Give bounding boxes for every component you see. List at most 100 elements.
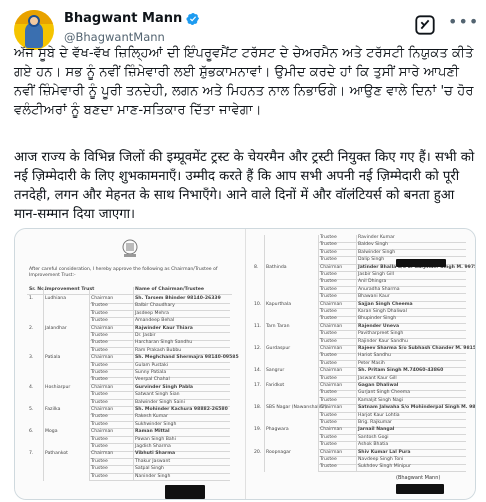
doc-table-cell: Ashok Bhatia: [358, 442, 389, 448]
doc-table-cell: Naninder Singh: [135, 473, 171, 479]
doc-table-cell: Sh. Pritam Singh M.74060-43860: [358, 368, 444, 374]
doc-table-cell: Chairman: [320, 405, 343, 411]
doc-row-divider: [318, 470, 466, 472]
doc-table-cell: 2.: [29, 325, 34, 331]
doc-table-cell: Balwinder Singh: [358, 249, 396, 255]
doc-table-cell: Trustee: [91, 421, 108, 427]
doc-table-cell: Moga: [45, 429, 58, 435]
doc-table-cell: Sajjan Singh Cheema: [358, 301, 413, 307]
doc-table-cell: Baldev Singh: [358, 242, 389, 248]
redaction-block: [396, 483, 444, 494]
doc-table-cell: 17.: [254, 383, 262, 388]
doc-table-cell: Dalip Singh: [358, 257, 385, 263]
document-image-right[interactable]: Trustee Ravinder Kumar Trustee Baldev Singh…: [246, 229, 476, 499]
doc-table-cell: Raman Mittal: [135, 429, 170, 435]
doc-table-cell: Gulam Pustaki: [135, 362, 169, 368]
doc-table-cell: Trustee: [91, 362, 108, 368]
doc-col-divider: [89, 287, 90, 481]
doc-table-cell: Trustee: [320, 360, 337, 366]
doc-col-divider: [356, 235, 357, 472]
display-name[interactable]: Bhagwant Mann: [64, 11, 182, 26]
doc-table-cell: Trustee: [91, 340, 108, 346]
doc-table-cell: Chairman: [320, 368, 343, 374]
doc-table-cell: Trustee: [320, 464, 337, 470]
doc-table-cell: Hariot Sandhu: [358, 353, 391, 359]
doc-col-divider: [264, 235, 265, 472]
doc-table-cell: Trustee: [320, 249, 337, 255]
redaction-block: [396, 259, 446, 267]
doc-table-cell: Santosh Gogi: [358, 434, 389, 440]
doc-col-header: Improvement Trust: [45, 287, 95, 292]
doc-table-cell: Satpal Singh: [135, 466, 164, 472]
doc-table-cell: Ludhiana: [45, 296, 67, 301]
doc-table-cell: Trustee: [91, 414, 108, 420]
doc-table-cell: Jaswant Kaur Gill: [358, 375, 397, 381]
doc-table-cell: Vibhuti Sharma: [135, 451, 176, 457]
doc-table-cell: Trustee: [91, 347, 108, 353]
grok-icon[interactable]: [414, 14, 436, 36]
doc-table-cell: Trustee: [320, 434, 337, 440]
doc-table-cell: Trustee: [320, 294, 337, 300]
doc-table-cell: 20.: [254, 449, 262, 455]
doc-table-cell: Chairman: [320, 301, 343, 307]
doc-table-cell: Chairman: [91, 296, 114, 301]
doc-row-divider: [27, 294, 232, 295]
doc-table-cell: Sh. Mohinder Kachura 98882-26580: [135, 407, 228, 412]
doc-table-cell: Fazilka: [45, 407, 61, 412]
doc-col-divider: [318, 235, 319, 472]
doc-table-cell: Navdeep Singh Toni: [358, 457, 404, 462]
doc-table-cell: Chairman: [320, 383, 343, 388]
doc-table-cell: Trustee: [91, 473, 108, 479]
doc-table-cell: Trustee: [91, 333, 108, 338]
doc-table-cell: Chairman: [320, 346, 343, 351]
doc-table-cell: Rajender Uneva: [358, 323, 400, 329]
doc-table-cell: Kapurthala: [266, 301, 292, 307]
doc-table-cell: Chairman: [320, 264, 343, 270]
doc-row-divider: [318, 433, 466, 435]
signature-label: (Bhagwant Mann): [396, 474, 441, 481]
doc-row-divider: [318, 419, 466, 421]
doc-table-cell: Jagdish Sharma: [135, 444, 171, 449]
doc-table-cell: Sangrur: [266, 368, 285, 374]
doc-table-cell: Trustee: [320, 316, 337, 322]
doc-table-cell: Trustee: [320, 338, 337, 344]
doc-table-cell: Chairman: [91, 429, 114, 435]
doc-row-divider: [318, 441, 466, 443]
state-emblem-icon: [122, 239, 138, 257]
more-options-icon[interactable]: •••: [448, 14, 478, 36]
doc-table-cell: Peter Masih: [358, 360, 385, 366]
tweet-paragraph-hindi: आज राज्य के विभिन्न जिलों की इम्प्रूवमें…: [14, 150, 479, 222]
doc-table-cell: Balbir Chaudhary: [135, 303, 175, 309]
handle[interactable]: @BhagwantMann: [64, 30, 165, 44]
doc-table-cell: Trustee: [320, 442, 337, 448]
doc-table-cell: Trustee: [91, 318, 108, 324]
doc-table-cell: Rajwinder Kaur Thiara: [135, 325, 193, 331]
doc-table-cell: Chairman: [91, 355, 114, 361]
doc-table-cell: Trustee: [91, 377, 108, 383]
doc-table-cell: Kamaljit Singh Nagi: [358, 397, 403, 403]
doc-table-cell: Pathankot: [45, 451, 68, 457]
doc-table-cell: Trustee: [320, 375, 337, 381]
doc-table-cell: 10.: [254, 301, 262, 307]
doc-table-cell: Pawan Singh Bahi: [135, 436, 176, 442]
doc-table-cell: Trustee: [91, 466, 108, 472]
tweet-media[interactable]: After careful consideration, I hereby ap…: [14, 228, 476, 500]
doc-table-cell: Faridkot: [266, 383, 285, 388]
doc-table-cell: 14.: [254, 368, 262, 374]
doc-table-cell: Ram Prakash Bubbu: [135, 347, 182, 353]
doc-table-cell: Veerpal Chahal: [135, 377, 170, 383]
doc-table-cell: Chairman: [320, 449, 343, 455]
document-image-left[interactable]: After careful consideration, I hereby ap…: [15, 229, 246, 499]
doc-table-cell: Bathinda: [266, 264, 287, 270]
doc-table-cell: Trustee: [91, 392, 108, 398]
doc-table-cell: Balwinder Singh Saini: [135, 399, 185, 405]
doc-table-cell: Phagwara: [266, 427, 289, 433]
name-row: Bhagwant Mann: [64, 11, 200, 26]
doc-table-cell: Trustee: [91, 444, 108, 449]
doc-table-cell: Trustee: [320, 412, 337, 418]
doc-table-cell: Bhupinder Singh: [358, 316, 397, 322]
doc-table-cell: Trustee: [91, 436, 108, 442]
doc-table-cell: Satnam Jalwaha S/o Mohinderpal Singh M. …: [358, 405, 476, 411]
doc-table-cell: 5.: [29, 407, 34, 412]
doc-table-cell: Trustee: [320, 390, 337, 396]
